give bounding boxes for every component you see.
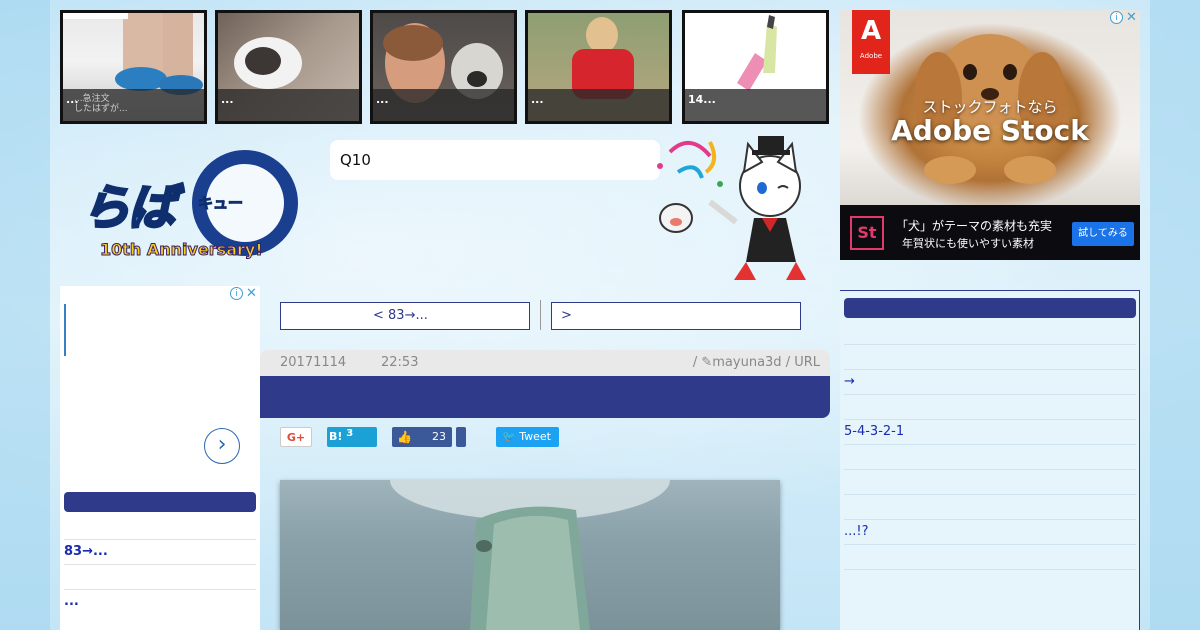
ad-bottom-banner: St 「犬」がテーマの素材も充実 年賀状にも使いやすい素材 試してみる bbox=[840, 205, 1140, 260]
right-list-item[interactable]: 5-4-3-2-1 bbox=[844, 419, 1136, 445]
right-list-item[interactable] bbox=[844, 319, 1136, 345]
adobe-logo: A Adobe bbox=[852, 10, 890, 74]
ad-info-icon[interactable]: i bbox=[1110, 11, 1123, 24]
hatena-bookmark-button[interactable]: B! 3 bbox=[327, 427, 377, 447]
right-sidebar: → 5-4-3-2-1 ...!? bbox=[840, 290, 1140, 630]
logo-kyu-text: キュー bbox=[197, 194, 244, 213]
thumbs-up-icon: 👍 bbox=[397, 430, 412, 444]
right-list-item[interactable]: → bbox=[844, 369, 1136, 395]
left-list-item[interactable] bbox=[64, 514, 256, 540]
hatena-count: 3 bbox=[346, 428, 354, 439]
thumbnail-3[interactable]: ... bbox=[370, 10, 517, 124]
right-list-item[interactable] bbox=[844, 444, 1136, 470]
left-ad-slot[interactable]: i ✕ › bbox=[60, 286, 260, 476]
adobe-a-icon: A bbox=[860, 16, 882, 46]
page-left-band bbox=[0, 0, 50, 630]
stock-logo-icon: St bbox=[850, 216, 884, 250]
article-main-photo bbox=[280, 480, 780, 630]
ad-bottom-line-1: 「犬」がテーマの素材も充実 bbox=[896, 219, 1053, 233]
thumbnail-1[interactable]: ... ...急注文 したはずが... bbox=[60, 10, 207, 124]
ad-headline-large: Adobe Stock bbox=[891, 114, 1089, 147]
left-list-item[interactable]: 83→... bbox=[64, 539, 256, 565]
right-list-item[interactable] bbox=[844, 494, 1136, 520]
ad-info-icon[interactable]: i bbox=[230, 287, 243, 300]
adobe-brand-text: Adobe bbox=[859, 52, 883, 60]
right-list-item[interactable] bbox=[844, 544, 1136, 570]
left-list-item[interactable] bbox=[64, 564, 256, 590]
left-section-header bbox=[64, 492, 256, 512]
article-time: 22:53 bbox=[381, 355, 419, 370]
thumbnail-title: ... bbox=[531, 93, 544, 106]
thumbnail-caption: 14... bbox=[685, 89, 826, 121]
chevron-right-icon[interactable]: › bbox=[204, 428, 240, 464]
main-content: < 83→... > 20171114 22:53 / ✎mayuna3d / … bbox=[260, 290, 840, 630]
facebook-like-button[interactable]: 👍 23 bbox=[392, 427, 452, 447]
cat-mascot-image bbox=[657, 136, 806, 280]
article-meta-bar: 20171114 22:53 / ✎mayuna3d / URL bbox=[260, 350, 830, 376]
thumbnail-caption: ... bbox=[528, 89, 669, 121]
logo-anniversary-text: 10th Anniversary! bbox=[100, 240, 264, 260]
right-list-item[interactable]: ...!? bbox=[844, 519, 1136, 545]
tweet-label: Tweet bbox=[519, 430, 551, 443]
twitter-bird-icon: 🐦 bbox=[502, 430, 516, 443]
right-list-item[interactable] bbox=[844, 344, 1136, 370]
next-article-button[interactable]: > bbox=[551, 302, 801, 330]
right-list-item[interactable] bbox=[844, 394, 1136, 420]
article-title-bar bbox=[260, 376, 830, 418]
thumbnail-subtitle: ...急注文 したはずが... bbox=[74, 94, 128, 114]
ad-accent-bar bbox=[64, 304, 66, 356]
prev-article-button[interactable]: < 83→... bbox=[280, 302, 530, 330]
left-sidebar: i ✕ › 83→... ... bbox=[60, 286, 260, 630]
facebook-share-button[interactable] bbox=[456, 427, 466, 447]
tweet-button[interactable]: 🐦 Tweet bbox=[496, 427, 559, 447]
article-author-line[interactable]: / ✎mayuna3d / URL bbox=[693, 350, 820, 376]
thumbnail-title: 14... bbox=[688, 93, 716, 106]
ad-bottom-line-2: 年賀状にも使いやすい素材 bbox=[902, 237, 1034, 250]
thumbnail-4[interactable]: ... bbox=[525, 10, 672, 124]
ad-close-icon[interactable]: ✕ bbox=[246, 286, 257, 301]
article-date: 20171114 bbox=[280, 355, 347, 370]
thumbnail-5[interactable]: 14... bbox=[682, 10, 829, 124]
thumbnail-caption: ... ...急注文 したはずが... bbox=[63, 89, 204, 121]
left-list-item[interactable]: ... bbox=[64, 589, 256, 614]
thumbnail-caption: ... bbox=[373, 89, 514, 121]
nav-divider bbox=[540, 300, 541, 330]
logo-main-text: らば bbox=[80, 179, 177, 238]
adobe-stock-ad[interactable]: A Adobe ストックフォトなら Adobe Stock St 「犬」がテーマ… bbox=[840, 10, 1140, 260]
ad-try-button[interactable]: 試してみる bbox=[1072, 222, 1134, 246]
thumbnail-2[interactable]: ... bbox=[215, 10, 362, 124]
thumbnail-title: ... bbox=[221, 93, 234, 106]
like-count: 23 bbox=[432, 430, 446, 443]
site-logo[interactable]: らば キュー 10th Anniversary! bbox=[80, 150, 302, 270]
right-list-item[interactable] bbox=[844, 469, 1136, 495]
search-input[interactable] bbox=[330, 140, 660, 180]
underwater-ice-image bbox=[390, 480, 670, 630]
right-section-header bbox=[844, 298, 1136, 318]
ad-close-icon[interactable]: ✕ bbox=[1126, 10, 1137, 25]
gplus-share-button[interactable]: G+ bbox=[280, 427, 312, 447]
thumbnail-caption: ... bbox=[218, 89, 359, 121]
thumbnail-title: ... bbox=[376, 93, 389, 106]
page-right-band bbox=[1150, 0, 1200, 630]
hatena-icon: B! bbox=[329, 430, 343, 443]
